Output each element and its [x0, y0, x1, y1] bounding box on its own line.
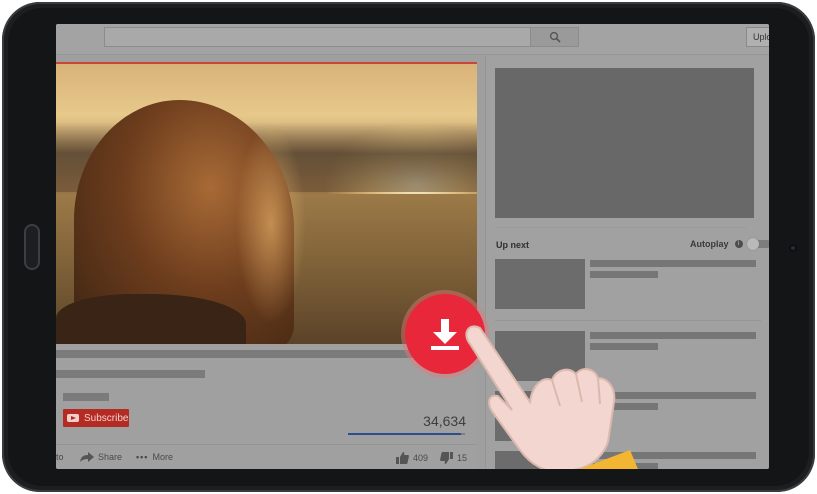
sidebar-divider: [495, 227, 746, 228]
video-title-placeholder: [56, 350, 436, 358]
channel-meta-placeholder: [63, 393, 109, 401]
autoplay-toggle[interactable]: [746, 238, 769, 250]
search-button[interactable]: [530, 27, 579, 47]
list-item[interactable]: [495, 259, 761, 311]
video-thumbnail[interactable]: [495, 259, 585, 309]
subscribe-button[interactable]: Subscribe: [63, 409, 129, 427]
youtube-logo-icon: [67, 414, 79, 422]
top-bar: Uplo: [56, 24, 769, 55]
tablet-home-button[interactable]: [24, 224, 40, 270]
share-label: Share: [98, 452, 123, 462]
upload-button[interactable]: Uplo: [746, 27, 769, 47]
thumbs-up-icon: [396, 452, 409, 464]
video-woman-shoulder: [56, 294, 246, 346]
video-title-placeholder: [590, 260, 756, 267]
video-hair-glow: [236, 124, 306, 324]
more-label: More: [152, 452, 173, 462]
channel-name-placeholder: [56, 370, 205, 378]
share-icon: [80, 452, 94, 462]
add-to-label: to: [56, 452, 64, 462]
add-to-button[interactable]: to: [56, 452, 64, 462]
screen: Uplo Subscribe 34,634 to S: [56, 24, 769, 469]
more-button[interactable]: ••• More: [136, 452, 173, 462]
tablet-camera: [789, 244, 797, 252]
search-input[interactable]: [104, 27, 531, 47]
action-bar: to Share ••• More 409 15: [56, 444, 477, 467]
more-dots-icon: •••: [136, 452, 149, 462]
info-icon[interactable]: i: [734, 240, 743, 248]
like-ratio-fill: [348, 433, 461, 435]
autoplay-control: Autoplay i: [690, 238, 769, 250]
subscribe-label: Subscribe: [84, 412, 129, 424]
like-button[interactable]: 409: [396, 452, 428, 464]
video-meta-placeholder: [590, 271, 658, 278]
search-icon: [549, 31, 561, 43]
pointing-hand-icon: [465, 325, 638, 469]
share-button[interactable]: Share: [80, 452, 122, 462]
up-next-label: Up next: [496, 240, 530, 250]
like-count: 409: [413, 453, 429, 463]
ad-thumbnail[interactable]: [495, 68, 754, 218]
autoplay-label: Autoplay: [690, 239, 729, 249]
